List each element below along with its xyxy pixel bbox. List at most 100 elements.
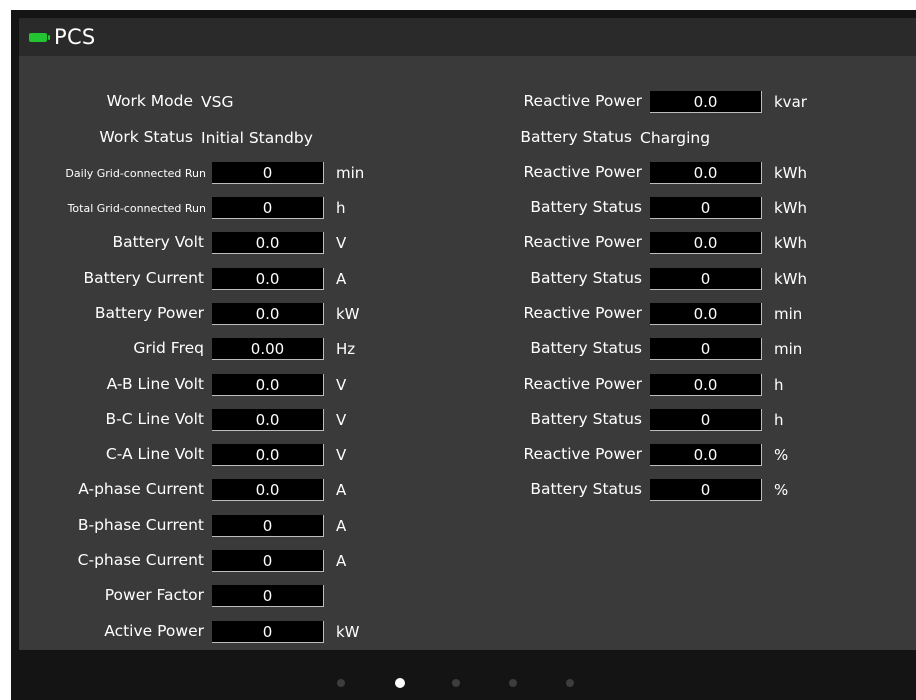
field-label: Battery Status <box>530 339 642 357</box>
unit-label: % <box>774 446 789 464</box>
field-label: Daily Grid-connected Run <box>65 167 206 180</box>
field-label: A-phase Current <box>78 480 204 498</box>
page-dot-2-active[interactable] <box>395 678 405 688</box>
value-box: 0 <box>650 479 762 501</box>
unit-label: kW <box>336 623 360 641</box>
value-box: 0 <box>650 338 762 360</box>
field-label: Reactive Power <box>523 375 642 393</box>
field-label: Total Grid-connected Run <box>67 202 206 215</box>
field-row: Total Grid-connected Run 0 h <box>68 194 346 222</box>
field-row: Battery Status 0 kWh <box>530 265 808 293</box>
unit-label: kWh <box>774 270 808 288</box>
field-row: Battery Volt 0.0 V <box>112 229 347 257</box>
battery-status-label: Battery Status <box>520 128 632 146</box>
unit-label: h <box>774 376 784 394</box>
field-row: Battery Status 0 % <box>530 476 789 504</box>
value-box: 0.0 <box>212 479 324 501</box>
field-row: Reactive Power 0.0 kWh <box>523 229 808 257</box>
value-box: 0 <box>650 409 762 431</box>
field-row: B-C Line Volt 0.0 V <box>106 406 347 434</box>
unit-label: A <box>336 481 347 499</box>
field-row: Battery Status 0 kWh <box>530 194 808 222</box>
field-label: Battery Current <box>83 269 204 287</box>
device-screen: PCS Work Mode VSG Work Status Initial St… <box>11 10 916 700</box>
unit-label: kvar <box>774 93 807 111</box>
battery-status-row: Battery Status Charging <box>520 124 711 152</box>
page-dot-1[interactable] <box>337 679 345 687</box>
field-label: Active Power <box>104 622 204 640</box>
unit-label: Hz <box>336 340 356 358</box>
field-label: Reactive Power <box>523 163 642 181</box>
field-label: B-C Line Volt <box>105 410 204 428</box>
unit-label: min <box>774 340 803 358</box>
value-box: 0.0 <box>212 444 324 466</box>
value-box: 0.0 <box>212 409 324 431</box>
field-row: Battery Power 0.0 kW <box>95 300 360 328</box>
unit-label: kWh <box>774 234 808 252</box>
unit-label: min <box>336 164 365 182</box>
field-row: Grid Freq 0.00 Hz <box>133 335 356 363</box>
field-label: Battery Status <box>530 269 642 287</box>
page-dot-5[interactable] <box>566 679 574 687</box>
field-label: Battery Volt <box>112 233 204 251</box>
unit-label: V <box>336 411 347 429</box>
work-status-row: Work Status Initial Standby <box>99 124 313 152</box>
battery-icon <box>29 32 50 42</box>
field-row: B-phase Current 0 A <box>78 512 347 540</box>
value-box: 0.0 <box>212 303 324 325</box>
field-row: A-B Line Volt 0.0 V <box>107 371 346 399</box>
field-row: C-phase Current 0 A <box>78 547 346 575</box>
page-dot-3[interactable] <box>452 679 460 687</box>
unit-label: A <box>336 270 347 288</box>
unit-label: % <box>774 481 789 499</box>
value-box: 0 <box>212 621 324 643</box>
battery-status-value: Charging <box>640 129 711 147</box>
field-row: Reactive Power 0.0 h <box>523 371 784 399</box>
field-label: A-B Line Volt <box>106 375 204 393</box>
field-row: Battery Status 0 h <box>530 406 784 434</box>
work-mode-row: Work Mode VSG <box>107 88 234 116</box>
work-mode-value: VSG <box>201 93 234 111</box>
field-row: Battery Current 0.0 A <box>83 265 347 293</box>
field-row: Active Power 0 kW <box>104 618 360 646</box>
unit-label: V <box>336 234 347 252</box>
value-box: 0.0 <box>650 91 762 113</box>
unit-label: kWh <box>774 164 808 182</box>
field-row: Reactive Power 0.0 min <box>523 300 802 328</box>
value-box: 0.0 <box>212 268 324 290</box>
field-label: Reactive Power <box>523 92 642 110</box>
value-box: 0 <box>212 550 324 572</box>
value-box: 0.0 <box>212 374 324 396</box>
field-label: Battery Status <box>530 480 642 498</box>
field-row: Daily Grid-connected Run 0 min <box>65 159 365 187</box>
value-box: 0.0 <box>650 444 762 466</box>
unit-label: kW <box>336 305 360 323</box>
value-box: 0.0 <box>650 162 762 184</box>
unit-label: h <box>336 199 346 217</box>
pcs-panel: PCS Work Mode VSG Work Status Initial St… <box>19 18 916 650</box>
field-row: Reactive Power 0.0 % <box>523 441 789 469</box>
field-row: Reactive Power 0.0 kvar <box>523 88 807 116</box>
field-label: C-A Line Volt <box>105 445 204 463</box>
field-label: Battery Status <box>530 410 642 428</box>
unit-label: A <box>336 517 347 535</box>
page-dot-4[interactable] <box>509 679 517 687</box>
field-row: Reactive Power 0.0 kWh <box>523 159 808 187</box>
unit-label: kWh <box>774 199 808 217</box>
panel-header: PCS <box>19 18 916 56</box>
work-status-label: Work Status <box>99 128 193 146</box>
value-box: 0 <box>212 162 324 184</box>
value-box: 0 <box>212 197 324 219</box>
value-box: 0 <box>650 268 762 290</box>
value-box: 0.00 <box>212 338 324 360</box>
work-status-value: Initial Standby <box>201 129 313 147</box>
unit-label: V <box>336 446 347 464</box>
field-label: Reactive Power <box>523 304 642 322</box>
field-label: Reactive Power <box>523 233 642 251</box>
field-label: Power Factor <box>104 586 204 604</box>
work-mode-label: Work Mode <box>106 92 193 110</box>
field-label: Reactive Power <box>523 445 642 463</box>
field-label: B-phase Current <box>77 516 204 534</box>
value-box: 0.0 <box>650 374 762 396</box>
field-row: A-phase Current 0.0 A <box>78 476 347 504</box>
